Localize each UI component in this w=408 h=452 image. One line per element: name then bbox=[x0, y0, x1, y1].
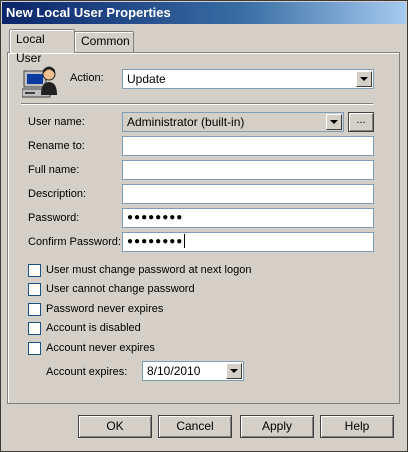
password-input[interactable]: ●●●●●●●● bbox=[122, 208, 374, 228]
must-change-password-label: User must change password at next logon bbox=[46, 264, 252, 276]
password-never-expires-label: Password never expires bbox=[46, 303, 164, 315]
description-label: Description: bbox=[28, 188, 87, 200]
account-never-expires-label: Account never expires bbox=[46, 342, 155, 354]
confirm-password-value: ●●●●●●●● bbox=[127, 236, 184, 247]
account-disabled-label: Account is disabled bbox=[46, 322, 141, 334]
separator bbox=[21, 103, 373, 105]
chevron-down-icon[interactable] bbox=[326, 114, 342, 130]
title-bar: New Local User Properties bbox=[2, 2, 406, 24]
account-disabled-checkbox[interactable] bbox=[28, 322, 41, 335]
user-name-combo[interactable]: Administrator (built-in) bbox=[122, 112, 344, 132]
password-label: Password: bbox=[28, 212, 80, 224]
tab-common[interactable]: Common bbox=[74, 31, 134, 52]
apply-button[interactable]: Apply bbox=[240, 415, 314, 438]
account-expires-date-picker[interactable]: 8/10/2010 bbox=[142, 361, 244, 381]
chevron-down-icon[interactable] bbox=[226, 363, 242, 379]
cannot-change-password-label: User cannot change password bbox=[46, 283, 195, 295]
must-change-password-checkbox[interactable] bbox=[28, 264, 41, 277]
confirm-password-label: Confirm Password: bbox=[28, 236, 121, 248]
action-dropdown[interactable]: Update bbox=[122, 69, 374, 89]
text-caret bbox=[184, 234, 186, 249]
ok-button[interactable]: OK bbox=[78, 415, 152, 438]
cannot-change-password-checkbox[interactable] bbox=[28, 283, 41, 296]
help-button[interactable]: Help bbox=[320, 415, 394, 438]
chevron-down-icon[interactable] bbox=[356, 71, 372, 87]
rename-to-input[interactable] bbox=[122, 136, 374, 156]
action-value: Update bbox=[127, 72, 166, 86]
user-name-label: User name: bbox=[28, 116, 85, 128]
account-never-expires-checkbox[interactable] bbox=[28, 342, 41, 355]
user-name-value: Administrator (built-in) bbox=[127, 115, 245, 129]
confirm-password-input[interactable]: ●●●●●●●● bbox=[122, 232, 374, 252]
properties-dialog: New Local User Properties Local User Com… bbox=[0, 0, 408, 452]
cancel-button[interactable]: Cancel bbox=[158, 415, 232, 438]
user-computer-icon bbox=[22, 66, 57, 98]
rename-to-label: Rename to: bbox=[28, 140, 85, 152]
password-never-expires-checkbox[interactable] bbox=[28, 303, 41, 316]
browse-user-button[interactable]: ... bbox=[348, 112, 374, 132]
tab-local-user[interactable]: Local User bbox=[9, 29, 75, 65]
full-name-input[interactable] bbox=[122, 160, 374, 180]
account-expires-label: Account expires: bbox=[46, 366, 128, 378]
description-input[interactable] bbox=[122, 184, 374, 204]
full-name-label: Full name: bbox=[28, 164, 80, 176]
action-label: Action: bbox=[70, 72, 104, 84]
account-expires-value: 8/10/2010 bbox=[147, 364, 201, 378]
